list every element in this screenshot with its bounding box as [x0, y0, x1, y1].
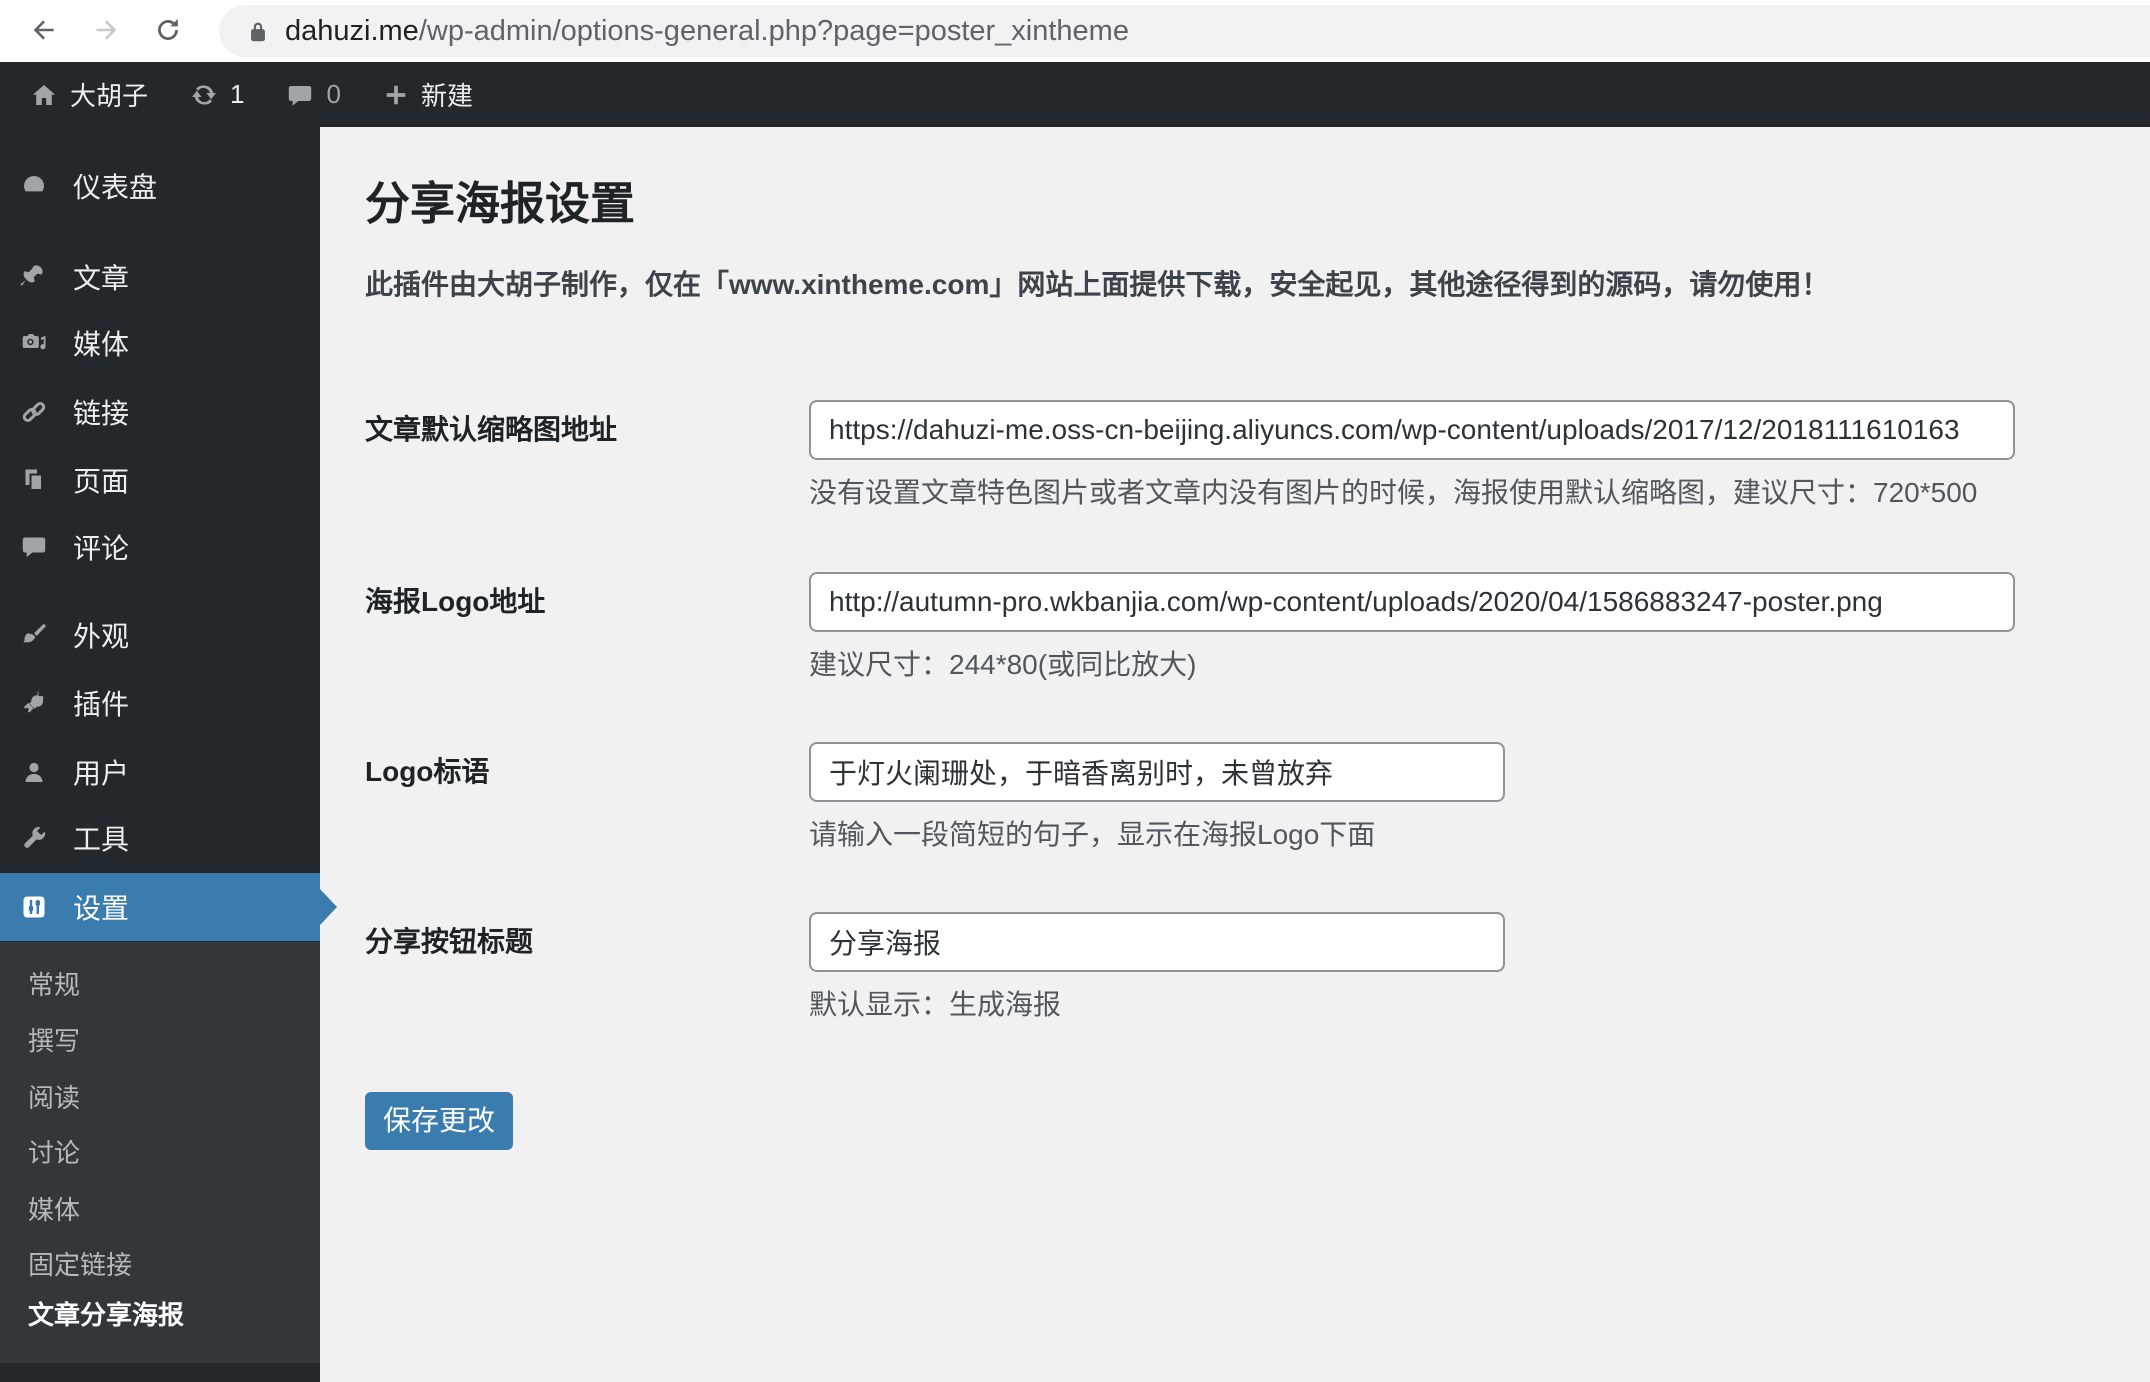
url-domain: dahuzi.me	[285, 14, 419, 47]
sidebar-subitem-share-poster[interactable]: 文章分享海报	[0, 1287, 320, 1343]
sidebar-item-posts[interactable]: 文章	[0, 243, 320, 311]
sidebar-subitem-permalinks[interactable]: 固定链接	[0, 1237, 320, 1293]
home-icon	[30, 81, 58, 109]
sidebar-subitem-discussion[interactable]: 讨论	[0, 1125, 320, 1181]
admin-bar-site-link[interactable]: 大胡子	[30, 76, 148, 113]
wp-sidebar-menu: 仪表盘 文章 媒体 链接 页面 评论 外观 插件 用户 工具 设置 常规 撰写 …	[0, 127, 337, 1382]
browser-chrome: dahuzi.me/wp-admin/options-general.php?p…	[0, 0, 2150, 62]
dashboard-icon	[20, 172, 48, 200]
lock-icon	[245, 18, 271, 44]
comments-count: 0	[326, 79, 341, 109]
admin-bar-new[interactable]: 新建	[383, 76, 473, 113]
settings-content: 分享海报设置 此插件由大胡子制作，仅在「www.xintheme.com」网站上…	[320, 127, 2150, 1382]
sidebar-item-links[interactable]: 链接	[0, 378, 320, 446]
admin-bar-updates[interactable]: 1	[190, 79, 244, 110]
wordpress-admin-page: dahuzi.me/wp-admin/options-general.php?p…	[0, 0, 2150, 1382]
brush-icon	[20, 621, 48, 649]
link-icon	[20, 398, 48, 426]
plugin-notice: 此插件由大胡子制作，仅在「www.xintheme.com」网站上面提供下载，安…	[365, 269, 1830, 300]
share-button-title-input[interactable]	[809, 912, 1505, 972]
url-path: /wp-admin/options-general.php?page=poste…	[418, 14, 1129, 47]
sidebar-item-dashboard[interactable]: 仪表盘	[0, 152, 320, 220]
sidebar-item-users[interactable]: 用户	[0, 738, 320, 806]
admin-bar-comments[interactable]: 0	[286, 79, 341, 110]
pages-icon	[20, 466, 48, 494]
browser-forward-icon[interactable]	[84, 8, 128, 52]
sidebar-subitem-media[interactable]: 媒体	[0, 1182, 320, 1238]
browser-url-bar[interactable]: dahuzi.me/wp-admin/options-general.php?p…	[219, 5, 2150, 57]
logo-url-help: 建议尺寸：244*80(或同比放大)	[809, 649, 1197, 680]
updates-count: 1	[230, 79, 245, 109]
url-text: dahuzi.me/wp-admin/options-general.php?p…	[285, 15, 1129, 48]
sidebar-item-media[interactable]: 媒体	[0, 309, 320, 377]
sidebar-subitem-writing[interactable]: 撰写	[0, 1013, 320, 1069]
sidebar-subitem-general[interactable]: 常规	[0, 957, 320, 1013]
sliders-icon	[20, 893, 48, 921]
share-button-title-label: 分享按钮标题	[365, 926, 534, 957]
plugin-icon	[20, 689, 48, 717]
logo-slogan-label: Logo标语	[365, 756, 490, 787]
logo-slogan-input[interactable]	[809, 742, 1505, 802]
sidebar-item-plugins[interactable]: 插件	[0, 669, 320, 737]
new-label: 新建	[420, 81, 473, 111]
sidebar-item-comments[interactable]: 评论	[0, 513, 320, 581]
logo-url-label: 海报Logo地址	[365, 586, 546, 617]
pin-icon	[20, 263, 48, 291]
camera-icon	[20, 329, 48, 357]
site-name: 大胡子	[70, 81, 149, 111]
sidebar-item-pages[interactable]: 页面	[0, 446, 320, 514]
browser-back-icon[interactable]	[22, 8, 66, 52]
sidebar-item-settings[interactable]: 设置	[0, 873, 337, 941]
page-title: 分享海报设置	[365, 178, 636, 229]
thumbnail-url-input[interactable]	[809, 400, 2015, 460]
user-icon	[20, 758, 48, 786]
thumbnail-url-help: 没有设置文章特色图片或者文章内没有图片的时候，海报使用默认缩略图，建议尺寸：72…	[809, 477, 1978, 508]
sidebar-item-appearance[interactable]: 外观	[0, 601, 320, 669]
comment-icon	[20, 533, 48, 561]
wp-admin-bar: 大胡子 1 0 新建	[0, 62, 2150, 127]
plus-icon	[383, 82, 409, 108]
comments-bubble-icon	[286, 81, 314, 109]
sidebar-subitem-reading[interactable]: 阅读	[0, 1070, 320, 1126]
wrench-icon	[20, 824, 48, 852]
logo-url-input[interactable]	[809, 572, 2015, 632]
share-button-title-help: 默认显示：生成海报	[809, 989, 1062, 1020]
browser-reload-icon[interactable]	[146, 8, 190, 52]
sidebar-item-tools[interactable]: 工具	[0, 804, 320, 872]
updates-icon	[190, 81, 218, 109]
thumbnail-url-label: 文章默认缩略图地址	[365, 414, 618, 445]
logo-slogan-help: 请输入一段简短的句子，显示在海报Logo下面	[809, 819, 1376, 850]
save-changes-button[interactable]: 保存更改	[365, 1092, 514, 1150]
